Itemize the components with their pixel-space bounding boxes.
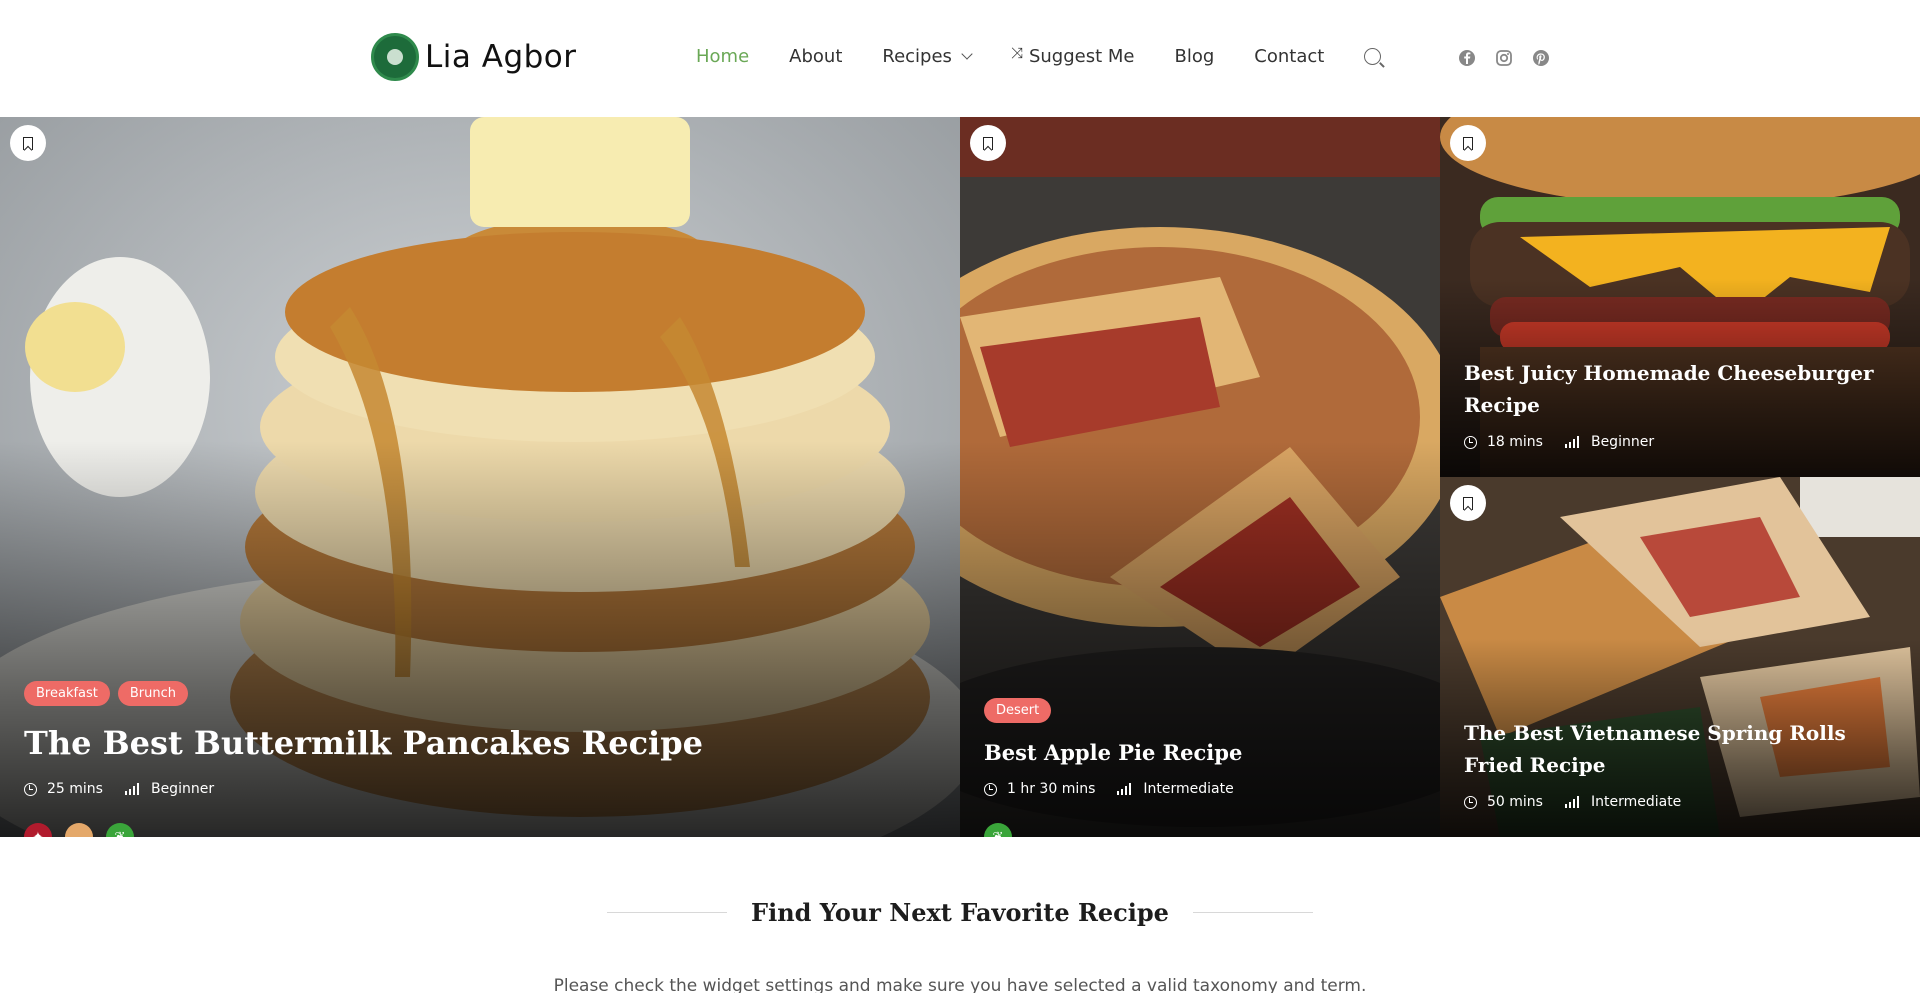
social-links	[1457, 48, 1568, 68]
recipe-card-spring-rolls[interactable]: The Best Vietnamese Spring Rolls Fried R…	[1440, 477, 1920, 837]
nav-about[interactable]: About	[789, 46, 842, 67]
meat-icon: ✦	[24, 823, 52, 837]
brand-name: Lia Agbor	[425, 39, 577, 75]
card-overlay	[1440, 477, 1920, 837]
card-overlay	[960, 117, 1440, 837]
tag-badge[interactable]: Desert	[984, 698, 1052, 723]
clock-icon	[1464, 435, 1477, 449]
nav-blog[interactable]: Blog	[1174, 46, 1214, 67]
recipe-time: 18 mins	[1487, 434, 1543, 450]
recipe-card-pancakes[interactable]: Breakfast Brunch The Best Buttermilk Pan…	[0, 117, 960, 837]
recipe-meta: 50 mins Intermediate	[1464, 794, 1681, 810]
bookmark-icon[interactable]	[10, 125, 46, 161]
recipe-title[interactable]: The Best Buttermilk Pancakes Recipe	[24, 724, 703, 762]
shuffle-icon: ⤨	[1010, 43, 1023, 62]
main-nav: Home About Recipes ⤨ Suggest Me Blog Con…	[696, 43, 1382, 68]
facebook-icon[interactable]	[1457, 48, 1477, 68]
recipe-level: Intermediate	[1143, 781, 1234, 797]
nav-contact[interactable]: Contact	[1254, 46, 1324, 67]
recipe-time: 25 mins	[47, 781, 103, 797]
card-tags: Desert	[984, 698, 1059, 723]
clock-icon	[984, 782, 997, 796]
divider	[1192, 912, 1313, 913]
instagram-icon[interactable]	[1494, 48, 1514, 68]
recipe-level: Beginner	[1590, 434, 1655, 450]
vegan-leaf-icon: ❦	[106, 823, 134, 837]
site-logo[interactable]: Lia Agbor	[371, 33, 577, 81]
diet-icons: ✦ ◡ ❦	[24, 823, 147, 837]
search-icon[interactable]	[1364, 48, 1382, 65]
nav-recipes[interactable]: Recipes	[882, 46, 973, 67]
bookmark-icon[interactable]	[1450, 485, 1486, 521]
pinterest-icon[interactable]	[1531, 48, 1551, 68]
recipe-meta: 18 mins Beginner	[1464, 434, 1654, 450]
card-tags: Breakfast Brunch	[24, 681, 196, 706]
recipe-title[interactable]: The Best Vietnamese Spring Rolls Fried R…	[1464, 717, 1904, 781]
recipe-card-cheeseburger[interactable]: Best Juicy Homemade Cheeseburger Recipe …	[1440, 117, 1920, 477]
recipe-level: Beginner	[150, 781, 215, 797]
difficulty-icon	[124, 783, 141, 795]
vegan-leaf-icon: ❦	[984, 823, 1012, 837]
tag-badge[interactable]: Breakfast	[24, 681, 110, 706]
bookmark-icon[interactable]	[1450, 125, 1486, 161]
site-header: Lia Agbor Home About Recipes ⤨ Suggest M…	[0, 0, 1920, 117]
divider	[607, 912, 728, 913]
card-overlay	[1440, 117, 1920, 477]
recipe-level: Intermediate	[1590, 794, 1682, 810]
nav-home[interactable]: Home	[696, 46, 749, 67]
difficulty-icon	[1564, 436, 1581, 448]
recipe-meta: 25 mins Beginner	[24, 781, 214, 797]
nav-recipes-label: Recipes	[882, 46, 952, 67]
logo-badge-icon	[371, 33, 419, 81]
featured-recipes-grid: Breakfast Brunch The Best Buttermilk Pan…	[0, 117, 1920, 837]
clock-icon	[24, 782, 37, 796]
nav-suggest-me[interactable]: ⤨ Suggest Me	[1010, 43, 1135, 68]
recipe-meta: 1 hr 30 mins Intermediate	[984, 781, 1234, 797]
bowl-icon: ◡	[65, 823, 93, 837]
bookmark-icon[interactable]	[970, 125, 1006, 161]
section-title: Find Your Next Favorite Recipe	[751, 898, 1169, 927]
chevron-down-icon	[961, 48, 973, 60]
recipe-title[interactable]: Best Apple Pie Recipe	[984, 740, 1242, 765]
nav-suggest-me-label: Suggest Me	[1028, 46, 1135, 67]
recipe-time: 1 hr 30 mins	[1007, 781, 1096, 797]
recipe-title[interactable]: Best Juicy Homemade Cheeseburger Recipe	[1464, 357, 1884, 421]
widget-message: Please check the widget settings and mak…	[553, 976, 1367, 993]
recipe-card-apple-pie[interactable]: Desert Best Apple Pie Recipe 1 hr 30 min…	[960, 117, 1440, 837]
recipe-time: 50 mins	[1487, 794, 1543, 810]
clock-icon	[1464, 795, 1477, 809]
diet-icons: ❦	[984, 823, 1025, 837]
difficulty-icon	[1564, 796, 1581, 808]
section-heading: Find Your Next Favorite Recipe	[0, 898, 1920, 927]
tag-badge[interactable]: Brunch	[117, 681, 189, 706]
difficulty-icon	[1117, 783, 1133, 795]
